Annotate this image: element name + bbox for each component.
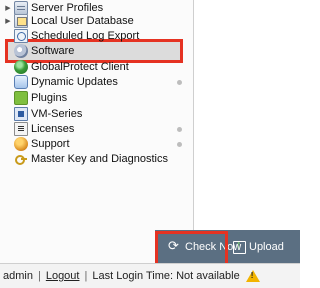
tree-item-label: Master Key and Diagnostics (31, 153, 168, 165)
expand-arrow-icon[interactable]: ▶ (4, 17, 12, 25)
app-root: ▶ Server Profiles ▶ Local User Database … (0, 0, 300, 288)
tree-item-scheduled-log-export[interactable]: Scheduled Log Export (0, 28, 139, 44)
dynamic-updates-icon (14, 75, 28, 89)
tree-item-label: Plugins (31, 92, 68, 104)
expand-arrow-icon[interactable]: ▶ (4, 4, 12, 12)
device-navigation-tree: ▶ Server Profiles ▶ Local User Database … (0, 0, 194, 263)
status-dot-icon (177, 79, 182, 85)
status-dot-icon (177, 141, 182, 147)
tree-item-dynamic-updates[interactable]: Dynamic Updates (0, 74, 190, 90)
tree-item-licenses[interactable]: Licenses (0, 121, 190, 137)
tree-item-label: Licenses (31, 123, 75, 135)
tree-item-software[interactable]: Software (0, 43, 74, 59)
last-login-text: Last Login Time: Not available (92, 270, 240, 282)
support-icon (14, 137, 28, 151)
tree-item-label: Dynamic Updates (31, 76, 118, 88)
tree-item-label: Support (31, 138, 70, 150)
warning-icon[interactable] (245, 270, 260, 282)
logout-link[interactable]: Logout (46, 270, 80, 282)
status-dot-icon (177, 126, 182, 132)
software-icon (14, 44, 28, 58)
tree-item-label: Scheduled Log Export (31, 30, 140, 42)
tree-item-master-key-and-diagnostics[interactable]: Master Key and Diagnostics (0, 151, 168, 167)
tree-item-label: GlobalProtect Client (31, 61, 129, 73)
tree-item-label: Software (31, 45, 75, 57)
tree-item-plugins[interactable]: Plugins (0, 90, 67, 106)
license-icon (14, 122, 28, 136)
schedule-icon (14, 29, 28, 43)
database-icon (14, 14, 28, 28)
vm-series-icon (14, 107, 28, 121)
tree-item-support[interactable]: Support (0, 136, 190, 152)
upload-button[interactable]: Upload (233, 232, 284, 262)
upload-icon (233, 239, 246, 254)
key-icon (14, 152, 28, 166)
user-name: admin (3, 270, 33, 282)
tree-item-local-user-database[interactable]: ▶ Local User Database (0, 13, 134, 29)
status-bar: admin | Logout | Last Login Time: Not av… (0, 263, 300, 288)
separator: | (37, 270, 41, 282)
tree-item-label: VM-Series (31, 108, 83, 120)
globalprotect-icon (14, 60, 28, 74)
tree-item-label: Local User Database (31, 15, 134, 27)
plugin-icon (14, 91, 28, 105)
tree-item-vm-series[interactable]: VM-Series (0, 106, 82, 122)
tree-item-globalprotect-client[interactable]: GlobalProtect Client (0, 59, 129, 75)
separator: | (84, 270, 88, 282)
upload-label: Upload (249, 241, 284, 253)
